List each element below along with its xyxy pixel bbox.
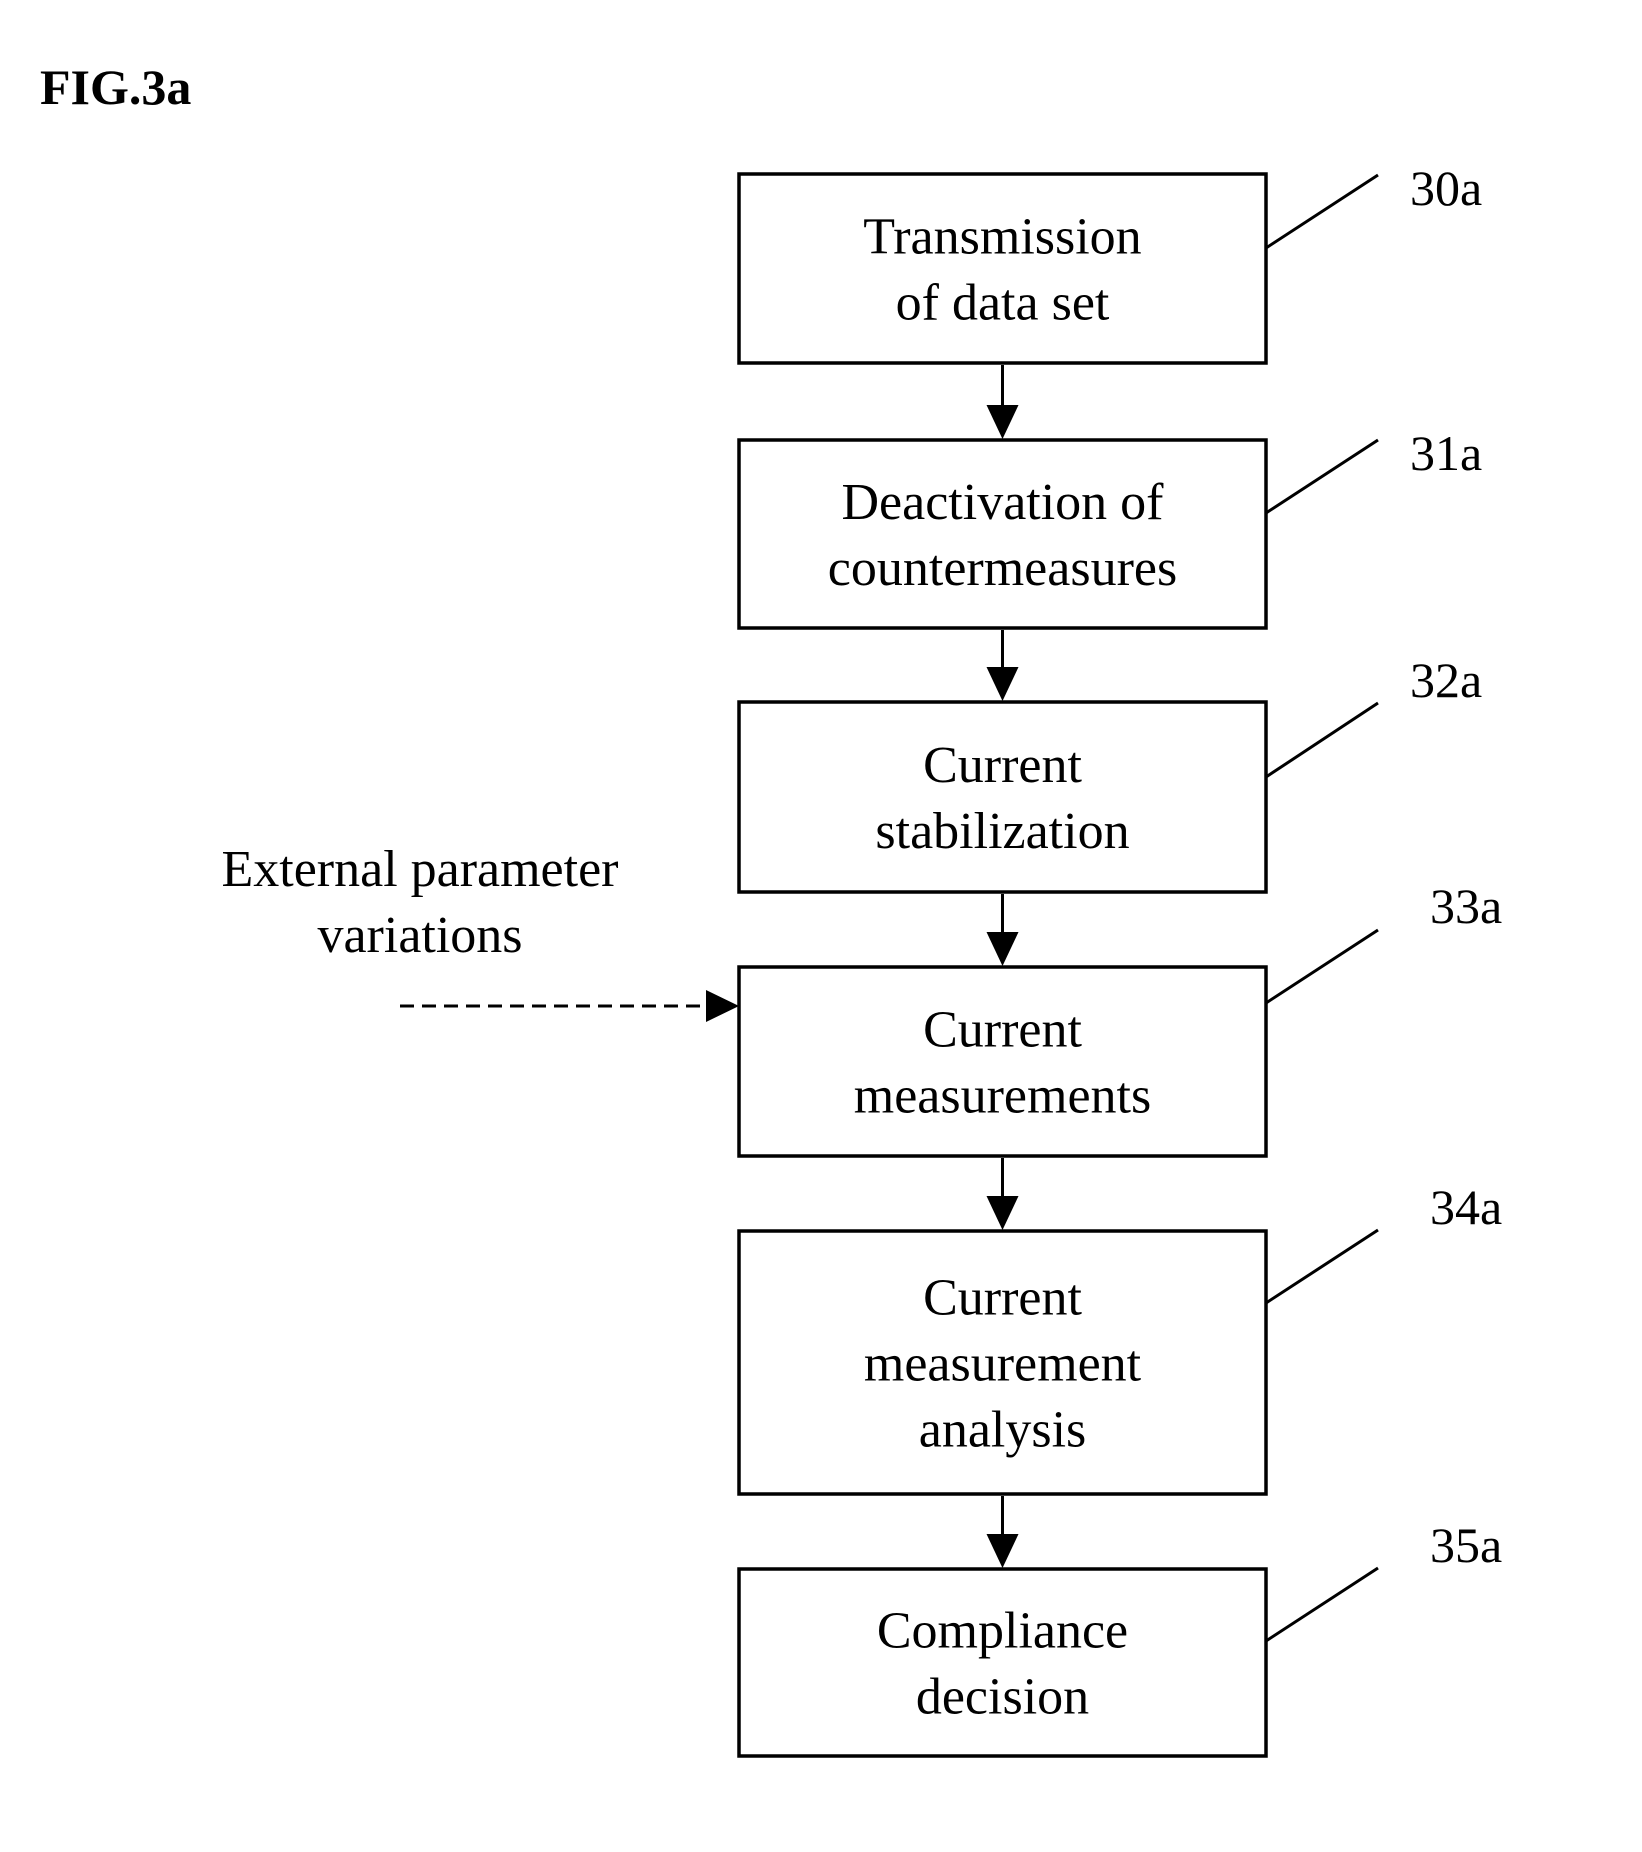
step-text-line: decision xyxy=(916,1669,1089,1726)
leader-line xyxy=(1265,1566,1379,1643)
step-text-line: Current xyxy=(923,1002,1082,1059)
step-text-line: countermeasures xyxy=(828,540,1177,597)
external-parameter-input: External parameter variations xyxy=(222,841,739,1022)
step-31a: Deactivation of countermeasures 31a xyxy=(737,425,1482,630)
arrowhead-icon xyxy=(986,667,1019,701)
step-text-line: Transmission xyxy=(863,209,1141,266)
step-text-line: Current xyxy=(923,1270,1082,1327)
arrowhead-icon xyxy=(986,932,1019,966)
arrowhead-icon xyxy=(986,1534,1019,1568)
step-box xyxy=(737,172,1268,365)
step-text-line: of data set xyxy=(896,275,1110,332)
reference-label: 31a xyxy=(1410,425,1482,481)
step-box xyxy=(737,700,1268,894)
arrowhead-icon xyxy=(706,990,739,1022)
step-34a: Current measurement analysis 34a xyxy=(737,1179,1502,1496)
step-text-line: Compliance xyxy=(877,1603,1128,1660)
reference-label: 32a xyxy=(1410,652,1482,708)
external-label-line: variations xyxy=(317,907,522,964)
step-33a: Current measurements 33a xyxy=(737,878,1502,1158)
step-text-line: measurements xyxy=(854,1068,1151,1125)
step-text-line: analysis xyxy=(919,1402,1087,1459)
step-text-line: measurement xyxy=(864,1336,1142,1393)
step-box xyxy=(737,1567,1268,1758)
external-label-line: External parameter xyxy=(222,841,619,898)
leader-line xyxy=(1265,1228,1379,1305)
flowchart: Transmission of data set 30a Deactivation o… xyxy=(222,160,1502,1758)
step-box xyxy=(737,438,1268,630)
leader-line xyxy=(1265,928,1379,1005)
reference-label: 35a xyxy=(1430,1517,1502,1573)
reference-label: 30a xyxy=(1410,160,1482,216)
step-35a: Compliance decision 35a xyxy=(737,1517,1502,1758)
step-32a: Current stabilization 32a xyxy=(737,652,1482,894)
reference-label: 34a xyxy=(1430,1179,1502,1235)
reference-label: 33a xyxy=(1430,878,1502,934)
arrowhead-icon xyxy=(986,1196,1019,1230)
leader-line xyxy=(1265,438,1379,515)
step-text-line: Deactivation of xyxy=(842,474,1165,531)
step-box xyxy=(737,965,1268,1158)
arrowhead-icon xyxy=(986,405,1019,439)
step-text-line: Current xyxy=(923,737,1082,794)
leader-line xyxy=(1265,701,1379,779)
step-text-line: stabilization xyxy=(875,803,1129,860)
step-30a: Transmission of data set 30a xyxy=(737,160,1482,365)
leader-line xyxy=(1265,173,1379,250)
